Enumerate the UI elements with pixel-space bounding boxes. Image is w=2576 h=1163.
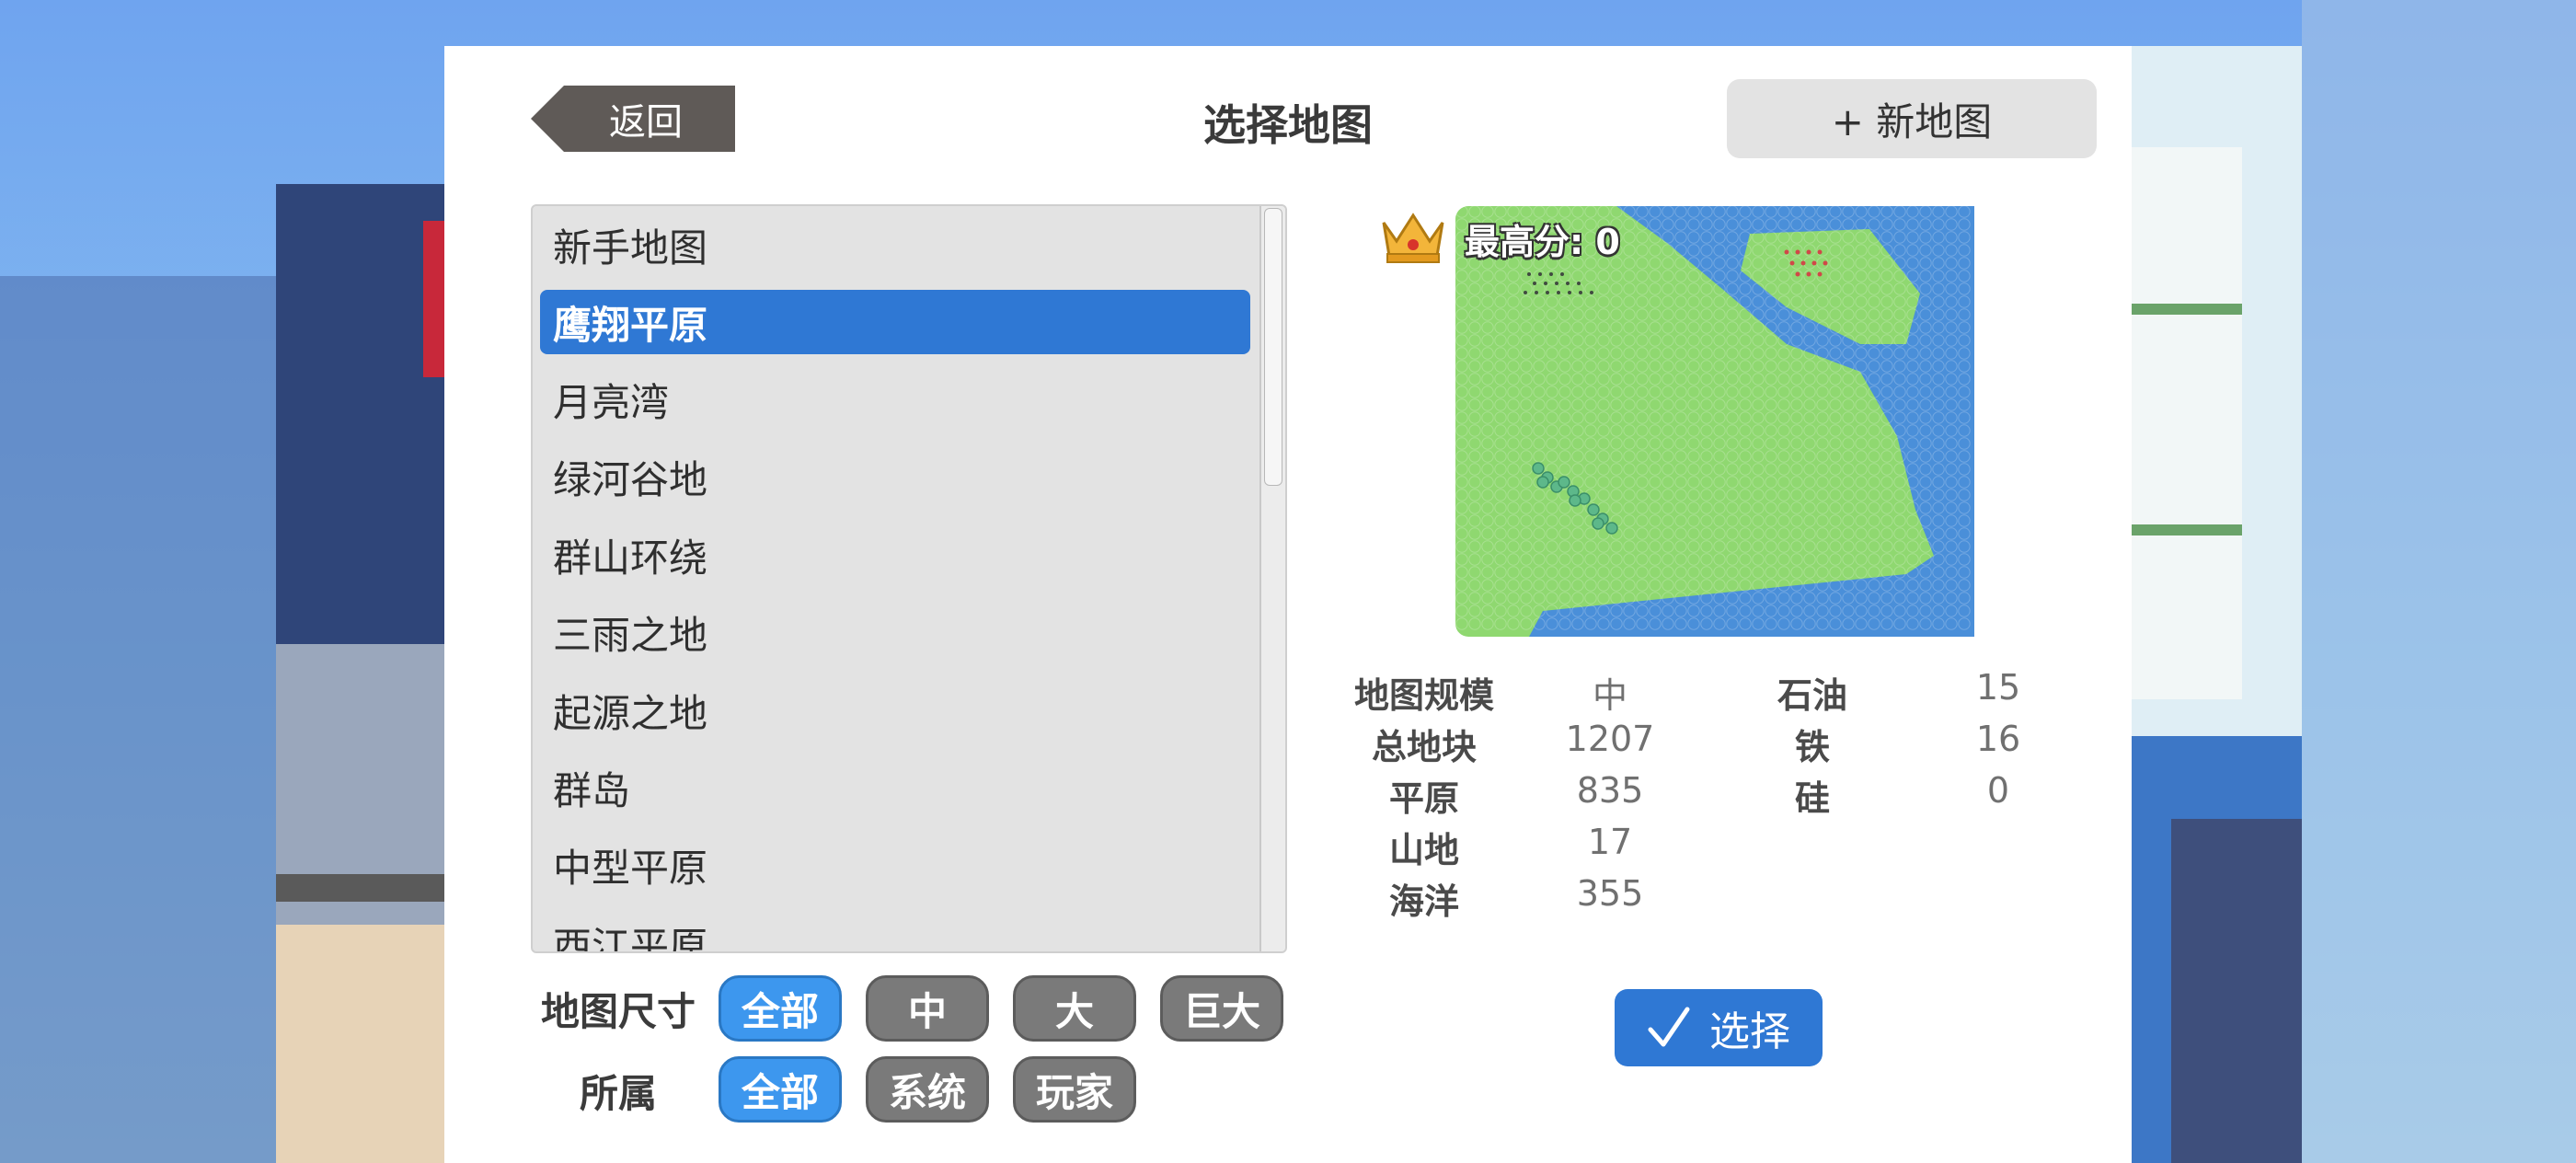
map-list-item[interactable]: 群山环绕 bbox=[533, 516, 1259, 593]
map-list-item[interactable]: 鹰翔平原 bbox=[540, 290, 1250, 355]
size-filter-option[interactable]: 中 bbox=[866, 975, 989, 1042]
select-button-label: 选择 bbox=[1709, 1008, 1790, 1055]
scrollbar-thumb[interactable] bbox=[1264, 208, 1282, 486]
map-list-item[interactable]: 新手地图 bbox=[533, 206, 1259, 283]
owner-filter-option[interactable]: 系统 bbox=[866, 1056, 989, 1123]
stat-label: 海洋 bbox=[1388, 881, 1459, 922]
map-list-item[interactable]: 月亮湾 bbox=[533, 361, 1259, 438]
owner-filter-label: 所属 bbox=[579, 1071, 657, 1116]
stat-value: 16 bbox=[1975, 719, 2021, 759]
size-filter-label: 地图尺寸 bbox=[540, 989, 696, 1034]
stat-value: 0 bbox=[1986, 770, 2010, 811]
stat-label: 平原 bbox=[1388, 778, 1459, 819]
stat-label: 总地块 bbox=[1371, 727, 1477, 767]
owner-filter-option[interactable]: 玩家 bbox=[1013, 1056, 1136, 1123]
stat-value: 15 bbox=[1975, 667, 2021, 708]
page-title: 选择地图 bbox=[1203, 100, 1373, 150]
new-map-button-label: + 新地图 bbox=[1831, 98, 1993, 144]
map-list[interactable]: 新手地图鹰翔平原 月亮湾 绿河谷地 群山环绕 三雨之地 起源之地 群岛 中型平原 西江平原 bbox=[531, 204, 1287, 953]
map-list-item[interactable]: 群岛 bbox=[533, 749, 1259, 826]
map-list-item[interactable]: 西江平原 bbox=[533, 904, 1259, 951]
map-list-items: 新手地图鹰翔平原 月亮湾 绿河谷地 群山环绕 三雨之地 起源之地 群岛 中型平原 西江平原 bbox=[533, 206, 1259, 951]
map-list-item[interactable]: 三雨之地 bbox=[533, 594, 1259, 672]
map-list-item[interactable]: 中型平原 bbox=[533, 827, 1259, 904]
checkmark-icon bbox=[1648, 1007, 1690, 1047]
stat-label: 地图规模 bbox=[1353, 675, 1494, 716]
stat-label: 铁 bbox=[1794, 727, 1830, 767]
stat-label: 石油 bbox=[1777, 675, 1847, 716]
stat-value: 355 bbox=[1576, 873, 1644, 914]
crown-icon bbox=[1382, 213, 1444, 263]
stat-value: 17 bbox=[1587, 822, 1633, 862]
back-button[interactable]: 返回 bbox=[531, 86, 735, 152]
stat-value: 1207 bbox=[1565, 719, 1655, 759]
map-list-item[interactable]: 起源之地 bbox=[533, 672, 1259, 749]
map-list-item[interactable]: 绿河谷地 bbox=[533, 439, 1259, 516]
stat-value: 中 bbox=[1592, 675, 1627, 716]
map-list-scrollbar[interactable] bbox=[1259, 206, 1285, 951]
stat-label: 山地 bbox=[1388, 830, 1459, 870]
stat-value: 835 bbox=[1576, 770, 1644, 811]
size-filter-option[interactable]: 巨大 bbox=[1160, 975, 1283, 1042]
back-button-label: 返回 bbox=[609, 101, 683, 144]
select-button[interactable]: 选择 bbox=[1615, 989, 1823, 1066]
size-filter-option[interactable]: 全部 bbox=[719, 975, 842, 1042]
new-map-button[interactable]: + 新地图 bbox=[1727, 79, 2097, 158]
stat-label: 硅 bbox=[1794, 778, 1830, 819]
owner-filter-option[interactable]: 全部 bbox=[719, 1056, 842, 1123]
map-preview bbox=[1455, 206, 1974, 637]
high-score: 最高分: 0 bbox=[1465, 222, 1620, 262]
size-filter-option[interactable]: 大 bbox=[1013, 975, 1136, 1042]
